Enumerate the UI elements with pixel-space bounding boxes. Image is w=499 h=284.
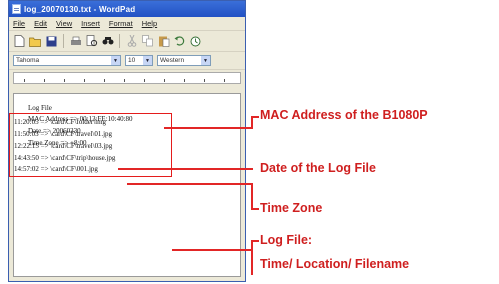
script-select[interactable]: Western ▼: [157, 55, 211, 66]
toolbar-separator: [63, 34, 64, 48]
menu-file[interactable]: File: [13, 19, 25, 28]
script-name: Western: [160, 57, 185, 64]
ruler-tick: [64, 79, 65, 82]
undo-icon[interactable]: [173, 35, 186, 48]
log-callout-bracket: [251, 240, 253, 275]
window-title: log_20070130.txt - WordPad: [24, 4, 136, 14]
log-file-annotation-title: Log File:: [260, 233, 313, 247]
copy-icon[interactable]: [141, 35, 154, 48]
log-entry: 12:22:15 => \card\CF\travel\03.jpg: [14, 142, 113, 150]
log-heading: Log File: [28, 104, 52, 112]
open-folder-icon[interactable]: [29, 35, 42, 48]
title-bar[interactable]: log_20070130.txt - WordPad: [9, 1, 245, 17]
ruler-tick: [44, 79, 45, 82]
menu-bar: File Edit View Insert Format Help: [9, 17, 245, 31]
ruler-tick: [104, 79, 105, 82]
ruler-tick: [124, 79, 125, 82]
log-entry: 11:50:03 => \card\CF\travel\01.jpg: [14, 130, 113, 138]
time-zone-annotation: Time Zone: [260, 201, 323, 215]
insert-date-time-icon[interactable]: [189, 35, 202, 48]
ruler[interactable]: [13, 72, 241, 84]
mac-callout-bracket-tip: [251, 116, 259, 118]
print-icon[interactable]: [69, 35, 82, 48]
find-icon[interactable]: [101, 35, 114, 48]
cut-icon[interactable]: [125, 35, 138, 48]
tz-callout-bracket: [251, 183, 253, 210]
menu-format[interactable]: Format: [109, 19, 133, 28]
new-document-icon[interactable]: [13, 35, 26, 48]
mac-callout-line: [164, 127, 253, 129]
font-size-select[interactable]: 10 ▼: [125, 55, 153, 66]
menu-insert[interactable]: Insert: [81, 19, 100, 28]
ruler-tick: [224, 79, 225, 82]
log-callout-bracket-tip: [251, 240, 259, 242]
log-entry: 14:57:02 => \card\CF\001.jpg: [14, 165, 98, 173]
ruler-tick: [84, 79, 85, 82]
mac-annotation: MAC Address of the B1080P: [260, 108, 428, 122]
tz-callout-line: [127, 183, 253, 185]
font-size: 10: [128, 57, 136, 64]
log-file-annotation-detail: Time/ Location/ Filename: [260, 257, 410, 271]
paste-icon[interactable]: [157, 35, 170, 48]
ruler-tick: [164, 79, 165, 82]
font-select[interactable]: Tahoma ▼: [13, 55, 121, 66]
toolbar-separator: [119, 34, 120, 48]
save-icon[interactable]: [45, 35, 58, 48]
standard-toolbar: [9, 31, 245, 52]
log-entry: 11:20:05 => \card\CF\folder\img: [14, 118, 107, 126]
log-entry: 14:43:50 => \card\CF\trip\house.jpg: [14, 154, 116, 162]
chevron-down-icon[interactable]: ▼: [201, 56, 210, 65]
tz-callout-bracket-tip: [251, 208, 259, 210]
ruler-tick: [184, 79, 185, 82]
format-toolbar: Tahoma ▼ 10 ▼ Western ▼: [9, 52, 245, 70]
menu-edit[interactable]: Edit: [34, 19, 47, 28]
chevron-down-icon[interactable]: ▼: [143, 56, 152, 65]
ruler-tick: [144, 79, 145, 82]
font-name: Tahoma: [16, 57, 40, 64]
print-preview-icon[interactable]: [85, 35, 98, 48]
wordpad-icon: [12, 4, 21, 14]
date-annotation: Date of the Log File: [260, 161, 376, 175]
menu-view[interactable]: View: [56, 19, 72, 28]
log-callout-line: [172, 249, 253, 251]
ruler-tick: [24, 79, 25, 82]
ruler-tick: [204, 79, 205, 82]
chevron-down-icon[interactable]: ▼: [111, 56, 120, 65]
date-callout-line: [118, 168, 253, 170]
menu-help[interactable]: Help: [142, 19, 157, 28]
